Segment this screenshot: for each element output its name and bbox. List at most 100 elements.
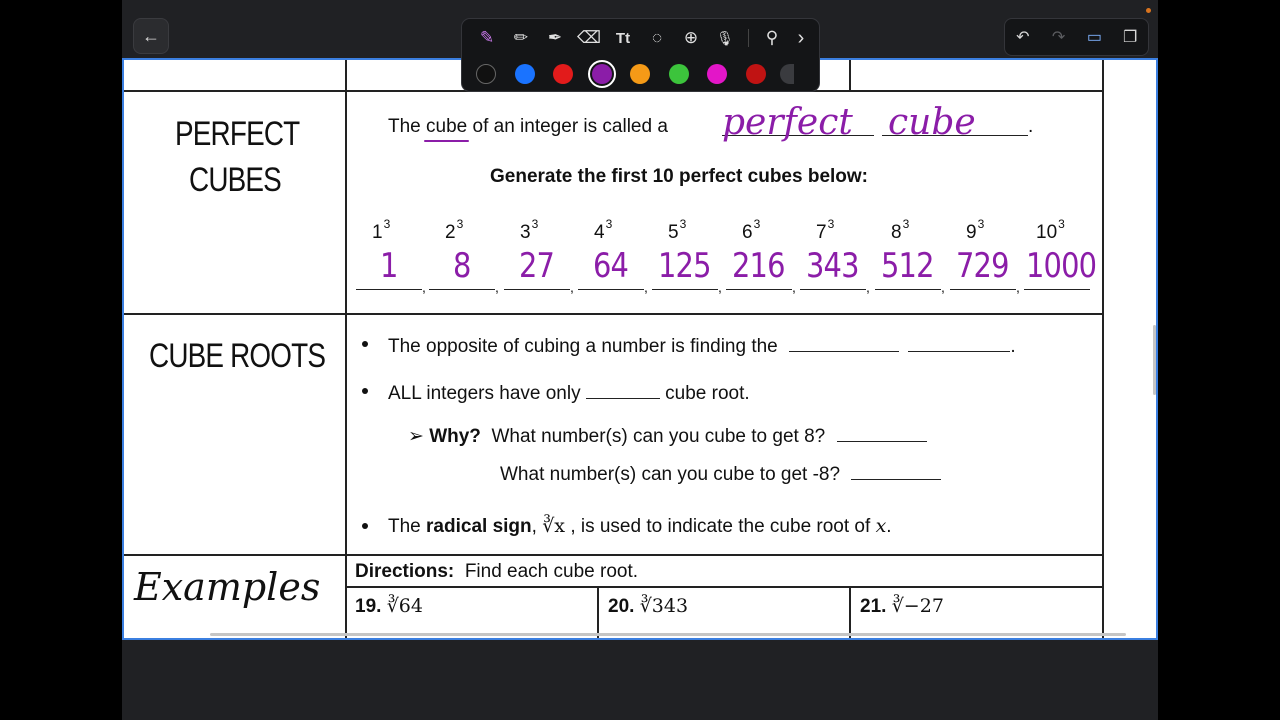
definition-sentence: The cube of an integer is called a bbox=[388, 116, 668, 142]
pages-icon[interactable]: ❐ bbox=[1117, 27, 1143, 47]
answer-blank bbox=[429, 289, 495, 290]
color-swatch-purple[interactable] bbox=[587, 60, 616, 88]
present-icon[interactable]: ▭ bbox=[1081, 27, 1107, 47]
color-row bbox=[476, 60, 813, 88]
microphone-icon: 🎙 bbox=[716, 29, 734, 46]
undo-icon[interactable]: ↶ bbox=[1010, 27, 1036, 47]
lasso-tool-button[interactable]: ◌ bbox=[640, 23, 674, 53]
example-item: 19. ∛64 bbox=[355, 595, 423, 617]
power-label: 43 bbox=[594, 217, 613, 243]
color-swatch-orange[interactable] bbox=[630, 64, 650, 84]
column-divider bbox=[849, 60, 851, 90]
vertical-scrollbar[interactable] bbox=[1153, 325, 1156, 395]
power-label: 33 bbox=[520, 217, 539, 243]
bullet-text: The opposite of cubing a number is findi… bbox=[388, 333, 1016, 358]
handwritten-cube-answer: 216 bbox=[732, 246, 785, 286]
power-label: 53 bbox=[668, 217, 687, 243]
section-title-cubes: CUBES bbox=[189, 161, 282, 199]
text-tool-icon: Tt bbox=[615, 29, 631, 47]
column-divider bbox=[597, 586, 599, 638]
why-line-1: ➢ Why? What number(s) can you cube to ge… bbox=[408, 423, 927, 448]
color-swatch-blue[interactable] bbox=[514, 64, 535, 84]
toolbar-divider bbox=[748, 29, 749, 47]
ink-underline bbox=[424, 140, 470, 142]
handwritten-cube-answer: 8 bbox=[453, 246, 471, 286]
power-label: 83 bbox=[891, 217, 910, 243]
comma: , bbox=[570, 279, 574, 295]
pen-tool-button[interactable]: ✎ bbox=[470, 23, 504, 53]
redo-icon[interactable]: ↷ bbox=[1046, 27, 1072, 47]
highlighter-tool-button[interactable]: ✒ bbox=[538, 23, 572, 53]
microphone-button[interactable]: 🎙 bbox=[708, 23, 742, 53]
answer-blank bbox=[800, 289, 866, 290]
power-label: 73 bbox=[816, 217, 835, 243]
back-button[interactable]: ← bbox=[133, 18, 169, 54]
answer-blank bbox=[585, 380, 660, 399]
link-icon: ⚲ bbox=[765, 28, 779, 47]
eraser-tool-button[interactable]: ⌫ bbox=[572, 23, 606, 53]
section-title-cube-roots: CUBE ROOTS bbox=[149, 337, 326, 375]
why-line-2: What number(s) can you cube to get -8? bbox=[500, 461, 942, 486]
answer-blank bbox=[875, 289, 941, 290]
color-swatch-red[interactable] bbox=[553, 64, 573, 84]
column-divider bbox=[345, 60, 347, 638]
answer-blank bbox=[726, 289, 792, 290]
horizontal-scrollbar[interactable] bbox=[210, 633, 1126, 636]
comma: , bbox=[792, 279, 796, 295]
column-divider bbox=[849, 586, 851, 638]
color-swatch-dark-red[interactable] bbox=[745, 64, 766, 84]
column-divider bbox=[1102, 60, 1104, 638]
text-tool-button[interactable]: Tt bbox=[606, 23, 640, 53]
comma: , bbox=[718, 279, 722, 295]
instruction-text: Generate the first 10 perfect cubes belo… bbox=[490, 166, 869, 187]
highlighter-icon: ✒ bbox=[547, 28, 563, 47]
handwritten-cube-answer: 729 bbox=[956, 246, 1009, 286]
color-swatch-green[interactable] bbox=[668, 64, 689, 84]
answer-blank bbox=[836, 423, 927, 442]
answer-blank bbox=[652, 289, 718, 290]
answer-blank bbox=[908, 333, 1011, 352]
eraser-icon: ⌫ bbox=[576, 28, 602, 47]
directions: Directions: Find each cube root. bbox=[355, 561, 639, 582]
handwritten-answer: perfect bbox=[722, 102, 853, 143]
color-swatch-black[interactable] bbox=[476, 64, 496, 84]
add-button[interactable]: ⊕ bbox=[674, 23, 708, 53]
handwritten-cube-answer: 343 bbox=[806, 246, 859, 286]
example-item: 21. ∛−27 bbox=[860, 595, 944, 617]
link-tool-button[interactable]: ⚲ bbox=[755, 23, 789, 53]
answer-blank bbox=[789, 333, 900, 352]
row-divider bbox=[345, 586, 1104, 588]
handwritten-cube-answer: 1 bbox=[380, 246, 398, 286]
handwritten-cube-answer: 64 bbox=[593, 246, 629, 286]
tool-row: ✎ ✏ ✒ ⌫ Tt ◌ ⊕ 🎙 ⚲ › bbox=[470, 23, 813, 53]
lasso-icon: ◌ bbox=[651, 28, 663, 47]
pencil-tool-button[interactable]: ✏ bbox=[504, 23, 538, 53]
recording-indicator bbox=[1146, 8, 1151, 13]
row-divider bbox=[124, 554, 1104, 556]
comma: , bbox=[941, 279, 945, 295]
bullet bbox=[362, 341, 368, 347]
worksheet-page[interactable]: PERFECT CUBES The cube of an integer is … bbox=[122, 58, 1158, 640]
right-toolbar: ↶ ↷ ▭ ❐ bbox=[1004, 18, 1149, 56]
answer-blank bbox=[504, 289, 570, 290]
power-label: 103 bbox=[1036, 217, 1065, 243]
examples-label: Examples bbox=[134, 565, 321, 609]
more-colors-button[interactable] bbox=[780, 64, 794, 84]
drawing-toolbar: ✎ ✏ ✒ ⌫ Tt ◌ ⊕ 🎙 ⚲ › bbox=[461, 18, 820, 92]
power-label: 93 bbox=[966, 217, 985, 243]
radical-symbol: ∛x bbox=[542, 515, 566, 537]
comma: , bbox=[422, 279, 426, 295]
pen-icon: ✎ bbox=[479, 28, 495, 47]
section-title-perfect: PERFECT bbox=[175, 115, 300, 153]
period: . bbox=[1028, 116, 1034, 137]
color-swatch-magenta[interactable] bbox=[707, 64, 727, 84]
handwritten-answer: cube bbox=[888, 102, 976, 143]
answer-blank bbox=[1024, 289, 1090, 290]
bullet-text: The radical sign, ∛x , is used to indica… bbox=[388, 515, 892, 537]
arrow-marker-icon: ➢ bbox=[408, 426, 424, 447]
app-window: ← ↶ ↷ ▭ ❐ ✎ ✏ ✒ ⌫ Tt ◌ ⊕ 🎙 ⚲ › PERFECT C… bbox=[122, 0, 1158, 720]
comma: , bbox=[644, 279, 648, 295]
comma: , bbox=[866, 279, 870, 295]
more-tools-button[interactable]: › bbox=[789, 23, 813, 53]
power-label: 63 bbox=[742, 217, 761, 243]
